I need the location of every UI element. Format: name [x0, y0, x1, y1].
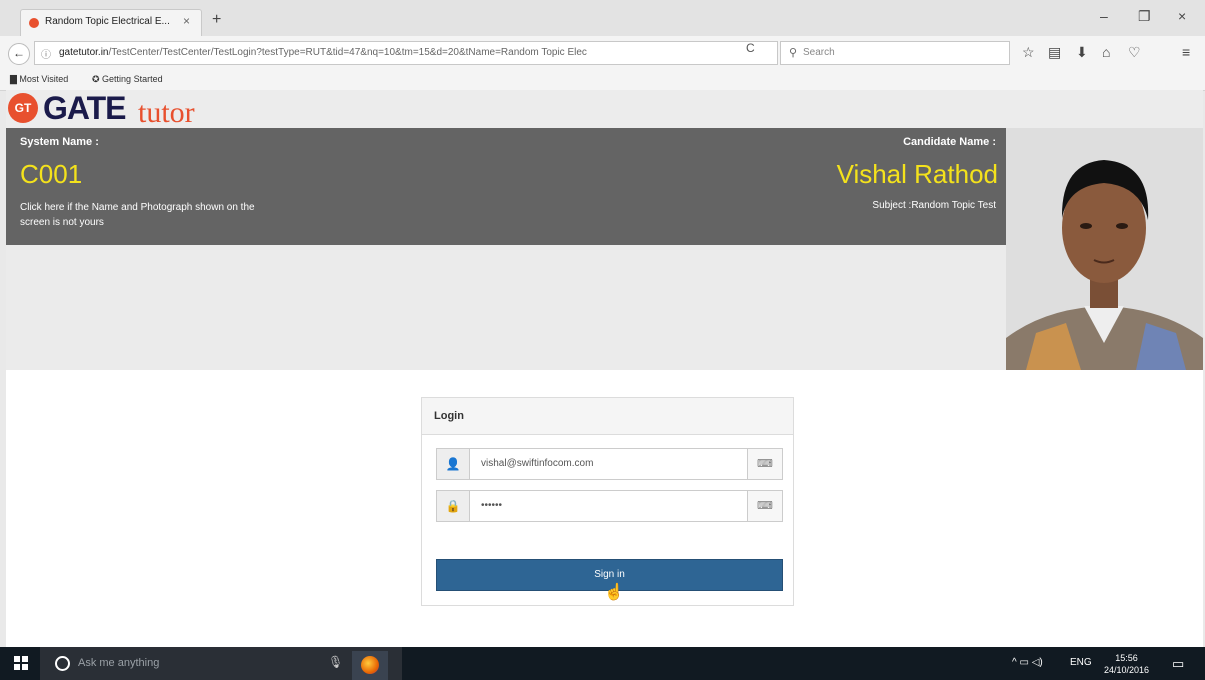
system-name-value: C001: [20, 159, 83, 189]
cortana-search-box[interactable]: Ask me anything 🎙: [40, 647, 402, 680]
hand-cursor-icon: ☝: [604, 584, 624, 601]
page-content: GT GATE tutor System Name : C001 Click h…: [6, 90, 1203, 647]
navigation-bar: ← ⓘ gatetutor.in/TestCenter/TestCenter/T…: [0, 36, 1205, 70]
close-tab-icon[interactable]: ×: [183, 14, 190, 28]
close-window-icon[interactable]: ×: [1178, 8, 1186, 24]
bookmark-label: Getting Started: [102, 74, 163, 84]
subject-label: Subject :Random Topic Test: [872, 200, 996, 211]
back-button[interactable]: ←: [8, 43, 30, 65]
search-bar[interactable]: ⚲ Search: [780, 41, 1010, 65]
keyboard-icon[interactable]: ⌨: [747, 491, 782, 521]
reading-list-icon[interactable]: ▤: [1048, 44, 1061, 61]
menu-icon[interactable]: ≡: [1182, 44, 1190, 60]
minimize-icon[interactable]: –: [1100, 8, 1108, 24]
cortana-placeholder: Ask me anything: [78, 657, 160, 669]
lock-icon: 🔒: [437, 491, 470, 521]
header-band: [6, 245, 1006, 370]
tab-title: Random Topic Electrical E...: [45, 16, 170, 27]
login-panel: Login 👤 vishal@swiftinfocom.com ⌨ 🔒 ••••…: [421, 397, 794, 606]
microphone-icon[interactable]: 🎙: [328, 655, 343, 669]
favicon-icon: [29, 18, 39, 28]
notification-icon[interactable]: ▭: [1172, 656, 1184, 672]
info-icon[interactable]: ⓘ: [41, 46, 51, 61]
tray-icons[interactable]: ^ ▭ ◁): [1012, 657, 1043, 668]
password-input[interactable]: ••••••: [481, 500, 502, 511]
keyboard-icon[interactable]: ⌨: [747, 449, 782, 479]
login-panel-header: Login: [422, 398, 793, 435]
candidate-photo: [1006, 128, 1203, 370]
candidate-name-label: Candidate Name :: [903, 136, 996, 148]
search-placeholder: Search: [803, 47, 835, 58]
bookmark-label: Most Visited: [19, 74, 69, 84]
bookmark-most-visited[interactable]: ▇ Most Visited: [10, 74, 68, 85]
user-icon: 👤: [437, 449, 470, 479]
firefox-icon: [361, 656, 379, 674]
logo-gate: GATE: [43, 90, 127, 126]
cortana-icon: [55, 656, 70, 671]
username-field[interactable]: 👤 vishal@swiftinfocom.com ⌨: [436, 448, 783, 480]
download-icon[interactable]: ⬇: [1076, 44, 1088, 61]
taskbar-firefox[interactable]: [352, 651, 388, 680]
bookmarks-bar: ▇ Most Visited ✪ Getting Started: [0, 70, 1205, 91]
system-name-label: System Name :: [20, 136, 99, 148]
bookmark-getting-started[interactable]: ✪ Getting Started: [92, 74, 163, 85]
clock-date: 24/10/2016: [1104, 665, 1150, 675]
candidate-photo-image: [1006, 128, 1203, 370]
pocket-icon[interactable]: ♡: [1128, 44, 1141, 61]
clock[interactable]: 15:56 24/10/2016: [1104, 652, 1149, 676]
restore-icon[interactable]: ❐: [1138, 8, 1151, 25]
reload-icon[interactable]: C: [746, 41, 755, 55]
new-tab-button[interactable]: +: [212, 11, 221, 29]
logo-area: GT GATE tutor: [6, 90, 1203, 129]
windows-start-icon[interactable]: [14, 656, 28, 670]
clock-time: 15:56: [1115, 653, 1138, 663]
not-yours-link[interactable]: Click here if the Name and Photograph sh…: [20, 200, 260, 230]
username-input[interactable]: vishal@swiftinfocom.com: [481, 458, 593, 469]
url-text[interactable]: gatetutor.in/TestCenter/TestCenter/TestL…: [59, 47, 749, 58]
browser-tab-bar: Random Topic Electrical E... × + – ❐ ×: [0, 0, 1205, 37]
password-field[interactable]: 🔒 •••••• ⌨: [436, 490, 783, 522]
url-path: /TestCenter/TestCenter/TestLogin?testTyp…: [108, 47, 587, 58]
logo-tutor: tutor: [138, 96, 195, 129]
candidate-name-value: Vishal Rathod: [836, 159, 998, 189]
address-bar[interactable]: ⓘ gatetutor.in/TestCenter/TestCenter/Tes…: [34, 41, 778, 65]
browser-tab[interactable]: Random Topic Electrical E... ×: [20, 9, 202, 37]
logo-badge-icon: GT: [8, 93, 38, 123]
login-title: Login: [434, 410, 464, 422]
star-icon[interactable]: ☆: [1022, 44, 1035, 61]
url-host: gatetutor.in: [59, 47, 109, 58]
language-indicator[interactable]: ENG: [1070, 657, 1092, 668]
search-icon: ⚲: [789, 47, 798, 59]
home-icon[interactable]: ⌂: [1102, 44, 1110, 60]
candidate-header: System Name : C001 Click here if the Nam…: [6, 128, 1006, 245]
taskbar: Ask me anything 🎙 ^ ▭ ◁) ENG 15:56 24/10…: [0, 647, 1205, 680]
